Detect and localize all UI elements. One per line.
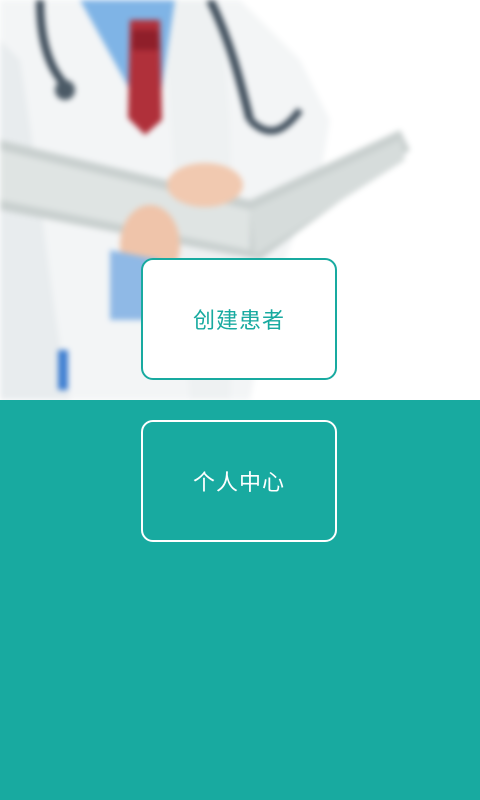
personal-center-label: 个人中心 xyxy=(192,471,285,496)
personal-center-button[interactable]: 个人中心 xyxy=(141,420,337,542)
create-patient-button[interactable]: 创建患者 xyxy=(141,258,337,380)
create-patient-label: 创建患者 xyxy=(192,309,285,334)
